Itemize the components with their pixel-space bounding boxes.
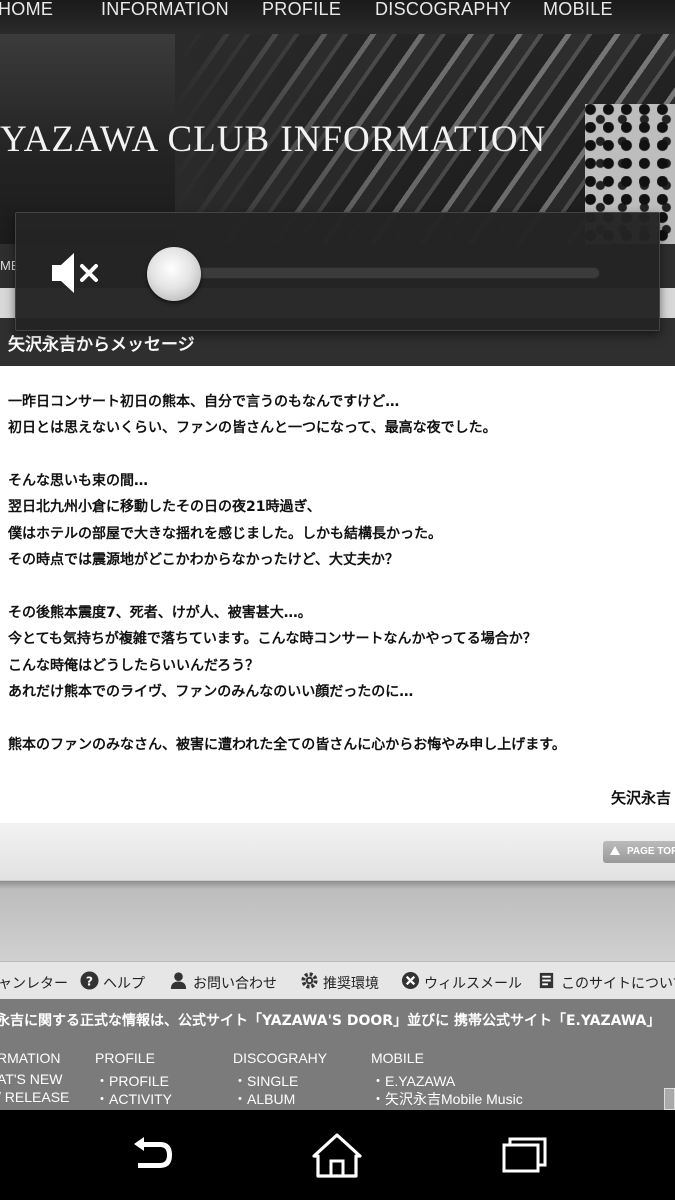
article-line: 熊本のファンのみなさん、被害に遭われた全ての皆さんに心からお悔やみ申し上げます。	[8, 737, 566, 753]
sitemap-link[interactable]: / RELEASE	[0, 1089, 69, 1105]
sitemap-link[interactable]: ・ALBUM	[233, 1089, 295, 1109]
gear-icon	[301, 972, 318, 989]
sitemap-head-profile[interactable]: PROFILE	[95, 1050, 155, 1066]
footer-sitemap: RMATION AT'S NEW / RELEASE PROFILE ・PROF…	[0, 1039, 675, 1110]
recents-icon[interactable]	[494, 1130, 554, 1180]
sitemap-head-information[interactable]: RMATION	[0, 1050, 61, 1066]
article-line: そんな思いも束の間…	[8, 473, 148, 489]
scrollbar-stub[interactable]	[664, 1088, 675, 1110]
article-line: その後熊本震度7、死者、けが人、被害甚大…。	[8, 605, 312, 621]
help-icon: ?	[80, 971, 99, 990]
arrow-up-icon	[610, 846, 620, 855]
footer-links: ャンレター ? ヘルプ お問い合わせ 推奨環境 ウィルスメール このサイトについ…	[0, 961, 675, 999]
footer-link-help[interactable]: ヘルプ	[103, 973, 145, 993]
article-signature: 矢沢永吉	[611, 789, 672, 807]
footer-shadow	[0, 881, 675, 961]
article-line: 一昨日コンサート初日の熊本、自分で言うのもなんですけど…	[8, 394, 400, 410]
article-line: 翌日北九州小倉に移動したその日の夜21時過ぎ、	[8, 499, 321, 515]
page-top-button[interactable]: PAGE TOP	[603, 841, 675, 863]
footer-link-contact[interactable]: お問い合わせ	[193, 973, 277, 993]
footer-link-fanletter[interactable]: ャンレター	[0, 973, 68, 993]
nav-discography[interactable]: DISCOGRAPHY	[375, 0, 511, 18]
sitemap-link[interactable]: ・ACTIVITY	[95, 1089, 172, 1109]
sitemap-head-mobile[interactable]: MOBILE	[371, 1050, 424, 1066]
page-top-area: PAGE TOP	[0, 823, 675, 881]
article-line: 僕はホテルの部屋で大きな揺れを感じました。しかも結構長かった。	[8, 526, 442, 542]
article-line: 今とても気持ちが複雑で落ちています。こんな時コンサートなんかやってる場合か？	[8, 631, 537, 647]
article-heading: 矢沢永吉からメッセージ	[8, 335, 195, 355]
site-icon	[539, 972, 554, 989]
nav-home[interactable]: HOME	[0, 0, 53, 18]
nav-information[interactable]: INFORMATION	[101, 0, 229, 18]
article-line: こんな時俺はどうしたらいいんだろう？	[8, 658, 260, 674]
top-nav: HOME INFORMATION PROFILE DISCOGRAPHY MOB…	[0, 0, 675, 34]
android-nav-bar	[0, 1110, 675, 1200]
footer-link-virus-mail[interactable]: ウィルスメール	[424, 973, 522, 993]
footer-link-environment[interactable]: 推奨環境	[323, 973, 379, 993]
volume-slider-track[interactable]	[176, 267, 600, 279]
article-line: その時点では震源地がどこかわからなかったけど、大丈夫か？	[8, 552, 399, 568]
sitemap-link[interactable]: ・SINGLE	[233, 1071, 298, 1091]
nav-mobile[interactable]: MOBILE	[543, 0, 613, 18]
sitemap-link[interactable]: ・矢沢永吉Mobile Music	[371, 1089, 523, 1109]
sitemap-head-discography[interactable]: DISCOGRAHY	[233, 1050, 327, 1066]
page-top-label: PAGE TOP	[627, 846, 675, 857]
footer-link-about[interactable]: このサイトについて	[561, 973, 675, 993]
sitemap-link[interactable]: ・PROFILE	[95, 1071, 169, 1091]
article-line: あれだけ熊本でのライヴ、ファンのみんなのいい顔だったのに…	[8, 684, 414, 700]
sitemap-link[interactable]: ・E.YAZAWA	[371, 1071, 455, 1091]
contact-icon	[170, 972, 187, 990]
article-body: 一昨日コンサート初日の熊本、自分で言うのもなんですけど… 初日とは思えないくらい…	[0, 366, 675, 823]
virus-icon	[401, 971, 420, 990]
back-icon[interactable]	[120, 1130, 180, 1180]
notice-text: 永吉に関する正式な情報は、公式サイト「YAZAWA'S DOOR」並びに 携帯公…	[0, 1013, 661, 1029]
svg-text:?: ?	[86, 974, 93, 988]
volume-dialog	[15, 212, 660, 331]
article-line: 初日とは思えないくらい、ファンの皆さんと一つになって、最高な夜でした。	[8, 420, 497, 436]
banner-title: YAZAWA CLUB INFORMATION	[0, 119, 547, 160]
home-icon[interactable]	[307, 1130, 367, 1180]
volume-slider-thumb[interactable]	[147, 247, 201, 301]
nav-profile[interactable]: PROFILE	[262, 0, 341, 18]
sitemap-link[interactable]: AT'S NEW	[0, 1071, 62, 1087]
volume-mute-icon[interactable]	[50, 250, 102, 296]
official-notice: 永吉に関する正式な情報は、公式サイト「YAZAWA'S DOOR」並びに 携帯公…	[0, 999, 675, 1039]
